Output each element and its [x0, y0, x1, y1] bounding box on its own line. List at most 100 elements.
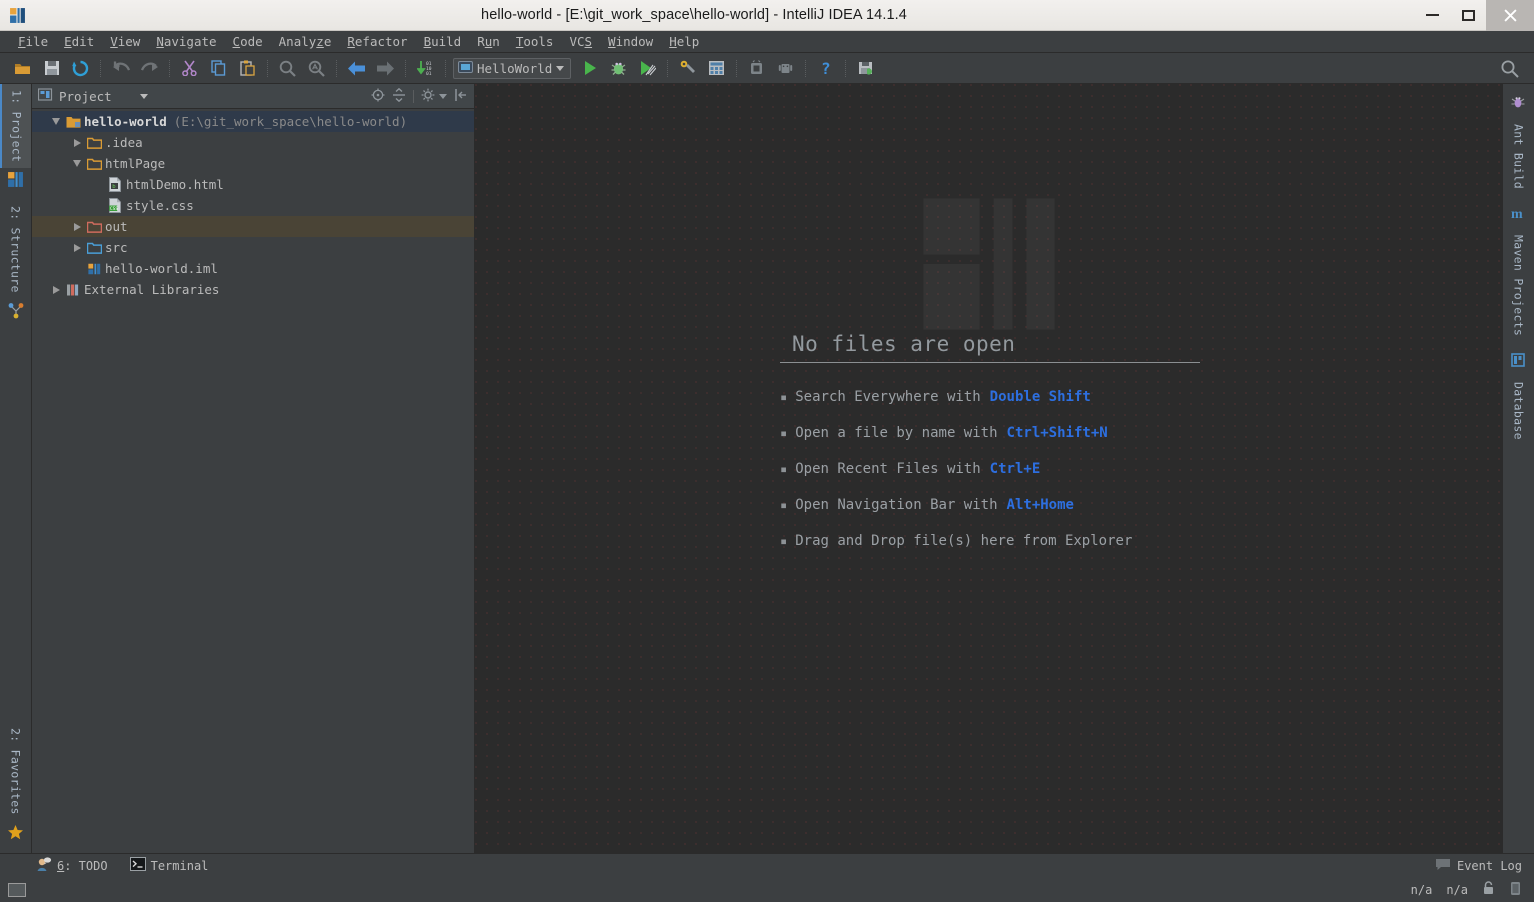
- sidebar-item-database[interactable]: Database: [1503, 376, 1534, 446]
- menu-item-vcs[interactable]: VCS: [561, 32, 600, 51]
- maven-icon: m: [1503, 195, 1534, 229]
- project-file-tree[interactable]: hello-world (E:\git_work_space\hello-worl…: [32, 109, 474, 853]
- sidebar-item-structure[interactable]: 2: Structure: [0, 200, 31, 299]
- android-monitor-icon[interactable]: [853, 56, 878, 81]
- menu-item-navigate[interactable]: Navigate: [148, 32, 224, 51]
- hide-panel-icon[interactable]: [454, 87, 468, 106]
- tree-row[interactable]: src: [32, 237, 474, 258]
- editor-tip-text: Drag and Drop file(s) here from Explorer: [795, 533, 1133, 549]
- maximize-icon[interactable]: [1450, 0, 1486, 31]
- save-all-icon[interactable]: [39, 56, 64, 81]
- close-icon[interactable]: [1486, 0, 1534, 31]
- sidebar-item-ant-build[interactable]: Ant Build: [1503, 118, 1534, 195]
- settings-icon[interactable]: [704, 56, 729, 81]
- chevron-down-icon[interactable]: [69, 160, 85, 167]
- lock-icon[interactable]: [1482, 881, 1495, 898]
- editor-tip: ▪ Open a file by name with Ctrl+Shift+N: [780, 425, 1200, 441]
- sidebar-item-maven-projects[interactable]: Maven Projects: [1503, 229, 1534, 342]
- title-bar: hello-world - [E:\git_work_space\hello-w…: [0, 0, 1534, 31]
- project-module-icon: [64, 115, 82, 129]
- menu-item-code[interactable]: Code: [225, 32, 271, 51]
- tree-row-label: .idea: [105, 135, 143, 150]
- tree-row[interactable]: hello-world.iml: [32, 258, 474, 279]
- menu-item-file[interactable]: File: [10, 32, 56, 51]
- folder-icon: [85, 157, 103, 171]
- todo-icon: [36, 856, 52, 875]
- cut-icon[interactable]: [177, 56, 202, 81]
- tree-row[interactable]: External Libraries: [32, 279, 474, 300]
- chevron-down-icon[interactable]: [48, 118, 64, 125]
- chevron-right-icon[interactable]: [69, 243, 85, 252]
- tree-row[interactable]: out: [32, 216, 474, 237]
- right-stripe-group: Ant Build m Maven Projects Database: [1503, 84, 1534, 446]
- bottom-item-terminal[interactable]: Terminal: [129, 857, 209, 874]
- menu-item-run[interactable]: Run: [469, 32, 508, 51]
- scroll-from-source-icon[interactable]: [371, 87, 385, 106]
- tree-row[interactable]: b htmlDemo.html: [32, 174, 474, 195]
- menu-item-edit[interactable]: Edit: [56, 32, 102, 51]
- folder-icon: [85, 136, 103, 150]
- bottom-item-terminal-label: Terminal: [150, 858, 209, 873]
- debug-icon[interactable]: [606, 56, 631, 81]
- redo-icon: [137, 56, 162, 81]
- tree-row[interactable]: htmlPage: [32, 153, 474, 174]
- terminal-icon: [129, 857, 146, 874]
- undo-icon: [108, 56, 133, 81]
- run-configuration-icon: [458, 59, 473, 78]
- status-value-2: n/a: [1446, 882, 1468, 897]
- project-structure-icon[interactable]: [675, 56, 700, 81]
- minimize-icon[interactable]: [1414, 0, 1450, 31]
- stripe-label-favorites: 2: Favorites: [8, 728, 23, 815]
- bottom-item-todo[interactable]: 6: TODO: [36, 856, 108, 875]
- chevron-right-icon[interactable]: [48, 285, 64, 294]
- menu-item-window[interactable]: Window: [600, 32, 661, 51]
- chevron-down-icon[interactable]: [439, 93, 447, 99]
- menu-item-help[interactable]: Help: [661, 32, 707, 51]
- tools-separator: [413, 89, 414, 103]
- back-icon[interactable]: [344, 56, 369, 81]
- run-with-coverage-icon[interactable]: [635, 56, 660, 81]
- tree-row[interactable]: hello-world (E:\git_work_space\hello-worl…: [32, 111, 474, 132]
- run-icon[interactable]: [577, 56, 602, 81]
- empty-editor-title: No files are open: [780, 332, 1200, 363]
- sidebar-item-project[interactable]: 1: Project: [0, 84, 31, 169]
- toolbar-separator: [805, 59, 807, 77]
- stripe-label-maven-projects: Maven Projects: [1511, 235, 1526, 337]
- chevron-right-icon[interactable]: [69, 222, 85, 231]
- settings-gear-icon[interactable]: [421, 87, 435, 106]
- status-box-icon[interactable]: [8, 882, 26, 897]
- compile-icon[interactable]: 01 10 01: [413, 56, 438, 81]
- menu-item-refactor[interactable]: Refactor: [339, 32, 415, 51]
- bullet-icon: ▪: [780, 426, 788, 440]
- paste-icon[interactable]: [235, 56, 260, 81]
- synchronize-icon[interactable]: [68, 56, 93, 81]
- collapse-all-icon[interactable]: [392, 87, 406, 106]
- chevron-right-icon[interactable]: [69, 138, 85, 147]
- tree-row[interactable]: CSS style.css: [32, 195, 474, 216]
- sidebar-item-favorites[interactable]: 2: Favorites: [0, 722, 31, 821]
- help-icon[interactable]: ?: [813, 56, 838, 81]
- open-project-icon[interactable]: [10, 56, 35, 81]
- search-everywhere-icon[interactable]: [1497, 56, 1522, 81]
- event-log-button[interactable]: Event Log: [1435, 856, 1534, 875]
- tree-row[interactable]: .idea: [32, 132, 474, 153]
- menu-item-analyze[interactable]: Analyze: [271, 32, 340, 51]
- menu-item-view[interactable]: View: [102, 32, 148, 51]
- project-panel-title: Project: [59, 88, 112, 104]
- chevron-down-icon[interactable]: [139, 93, 148, 99]
- editor-tip-text: Search Everywhere with: [795, 389, 981, 405]
- replace-icon: [304, 56, 329, 81]
- svg-text:01: 01: [426, 71, 432, 76]
- copy-icon[interactable]: [206, 56, 231, 81]
- tree-row-label: out: [105, 219, 128, 234]
- chevron-down-icon[interactable]: [556, 65, 565, 71]
- svg-text:CSS: CSS: [110, 206, 119, 212]
- editor-area[interactable]: No files are open ▪ Search Everywhere wit…: [475, 84, 1502, 853]
- run-configuration-selector[interactable]: HelloWorld: [453, 57, 572, 79]
- memory-indicator-icon[interactable]: [1509, 881, 1522, 899]
- menu-item-build[interactable]: Build: [416, 32, 470, 51]
- menu-item-tools[interactable]: Tools: [508, 32, 562, 51]
- right-tool-window-stripe: Ant Build m Maven Projects Database: [1502, 84, 1534, 853]
- stripe-label-database: Database: [1511, 382, 1526, 440]
- ant-build-icon: [1503, 90, 1534, 118]
